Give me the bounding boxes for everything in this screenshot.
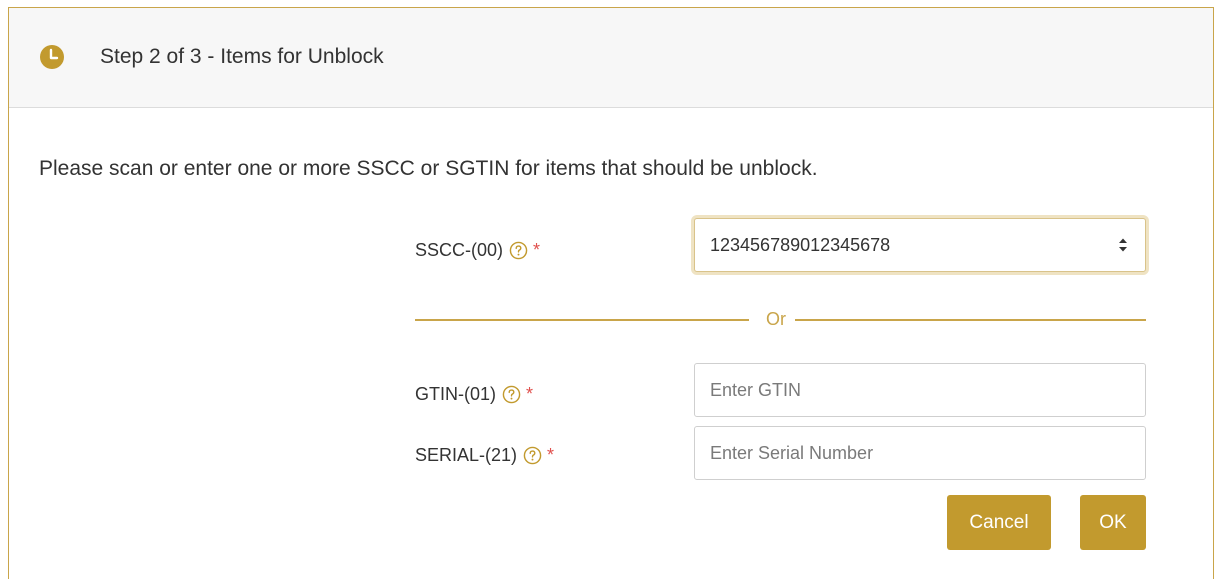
unblock-dialog: Step 2 of 3 - Items for Unblock Please s… xyxy=(8,7,1214,579)
serial-label-text: SERIAL-(21) xyxy=(415,445,518,465)
serial-label: SERIAL-(21) * xyxy=(415,444,554,466)
sscc-input-value: 123456789012345678 xyxy=(710,234,891,255)
help-icon[interactable] xyxy=(502,385,521,404)
serial-input[interactable] xyxy=(694,426,1146,480)
divider-left xyxy=(415,319,749,321)
required-mark: * xyxy=(533,240,541,260)
or-separator: Or xyxy=(766,309,786,329)
gtin-input[interactable] xyxy=(694,363,1146,417)
gtin-label-text: GTIN-(01) xyxy=(415,384,496,404)
help-icon[interactable] xyxy=(523,446,542,465)
dialog-header: Step 2 of 3 - Items for Unblock xyxy=(9,8,1213,108)
divider-right xyxy=(795,319,1146,321)
instructions-text: Please scan or enter one or more SSCC or… xyxy=(39,157,818,180)
required-mark: * xyxy=(547,445,555,465)
required-mark: * xyxy=(526,384,534,404)
sscc-input[interactable]: 123456789012345678 xyxy=(694,218,1146,272)
gtin-label: GTIN-(01) * xyxy=(415,383,533,405)
clock-icon xyxy=(40,45,64,69)
number-spinner-icon[interactable] xyxy=(1117,236,1129,254)
cancel-button[interactable]: Cancel xyxy=(947,495,1051,550)
ok-button[interactable]: OK xyxy=(1080,495,1146,550)
sscc-label: SSCC-(00) * xyxy=(415,239,540,261)
dialog-title: Step 2 of 3 - Items for Unblock xyxy=(100,45,384,68)
help-icon[interactable] xyxy=(509,241,528,260)
sscc-label-text: SSCC-(00) xyxy=(415,240,504,260)
